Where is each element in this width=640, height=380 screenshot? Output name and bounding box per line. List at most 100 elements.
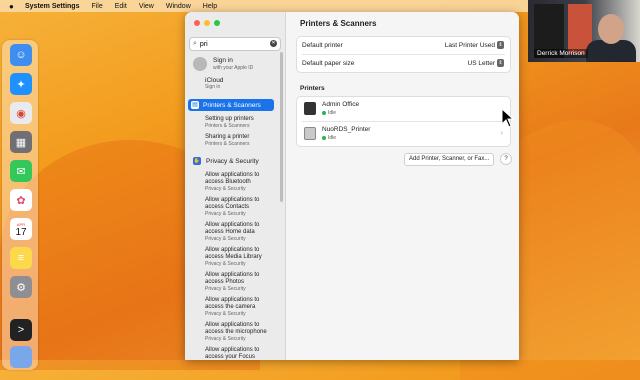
webcam-overlay: Derrick Morrison	[528, 0, 640, 62]
default-printer-popup[interactable]: Last Printer Used ⇕	[445, 41, 504, 49]
calendar-icon[interactable]: APR 17	[10, 218, 32, 240]
result-title: Allow applications to access Home data	[205, 222, 260, 235]
sidebar-item-icloud[interactable]: iCloud Sign in	[205, 77, 223, 90]
result-subtitle: Privacy & Security	[205, 236, 246, 242]
chrome-icon[interactable]: ◉	[10, 102, 32, 124]
result-title: Allow applications to access the camera	[205, 297, 260, 310]
add-printer-button[interactable]: Add Printer, Scanner, or Fax...	[404, 153, 495, 166]
result-title: Allow applications to access Media Libra…	[205, 247, 262, 260]
result-subtitle: Printers & Scanners	[205, 141, 250, 147]
printer-status: Idle	[322, 135, 336, 141]
result-title: Setting up printers	[205, 116, 254, 122]
notes-icon[interactable]: ≡	[10, 247, 32, 269]
menu-window[interactable]: Window	[166, 3, 191, 10]
printer-icon: ▤	[191, 101, 199, 109]
menu-edit[interactable]: Edit	[115, 3, 127, 10]
search-result[interactable]: Allow applications to access Photos Priv…	[205, 272, 275, 293]
hand-icon: ✋	[193, 157, 201, 165]
search-result-setting-up-printers[interactable]: Setting up printers Printers & Scanners	[205, 116, 275, 130]
default-paper-size-popup[interactable]: US Letter ⇕	[468, 59, 504, 67]
result-title: Sharing a printer	[205, 134, 250, 140]
search-input[interactable]: ⌕ pri ✕	[189, 37, 281, 51]
result-title: Allow applications to access Bluetooth	[205, 172, 260, 185]
search-result[interactable]: Allow applications to access Contacts Pr…	[205, 197, 275, 218]
sidebar-item-printers-scanners[interactable]: ▤ Printers & Scanners	[188, 99, 274, 111]
search-result[interactable]: Allow applications to access Media Libra…	[205, 247, 275, 268]
default-paper-size-row[interactable]: Default paper size US Letter ⇕	[297, 55, 510, 72]
menu-view[interactable]: View	[139, 3, 154, 10]
menu-app-name[interactable]: System Settings	[25, 3, 79, 10]
icloud-sublabel: Sign in	[205, 84, 221, 90]
finder-icon[interactable]: ☺	[10, 44, 32, 66]
search-icon: ⌕	[193, 40, 197, 47]
result-subtitle: Privacy & Security	[205, 211, 246, 217]
minimize-window-button[interactable]	[204, 20, 210, 26]
sidebar-item-label: Privacy & Security	[206, 157, 259, 165]
sidebar: ⌕ pri ✕ Sign in with your Apple ID iClou…	[185, 12, 286, 360]
webcam-name-label: Derrick Morrison	[534, 49, 588, 58]
signin-label: Sign in	[213, 57, 233, 64]
printers-list: Admin Office Idle NuoRDS_Printer Idle ›	[296, 96, 511, 147]
launchpad-icon[interactable]: ▦	[10, 131, 32, 153]
default-printer-row[interactable]: Default printer Last Printer Used ⇕	[297, 37, 510, 54]
avatar	[193, 57, 207, 71]
photos-icon[interactable]: ✿	[10, 189, 32, 211]
dock: ☺ ✦ ◉ ▦ ✉ ✿ APR 17 ≡ ⚙ >	[2, 40, 38, 370]
system-settings-icon[interactable]: ⚙	[10, 276, 32, 298]
system-settings-window: ⌕ pri ✕ Sign in with your Apple ID iClou…	[185, 12, 519, 360]
result-subtitle: Privacy & Security	[205, 186, 246, 192]
printer-status: Idle	[322, 110, 336, 116]
search-result[interactable]: Allow applications to access the microph…	[205, 322, 275, 343]
result-subtitle: Privacy & Security	[205, 311, 246, 317]
main-pane: Printers & Scanners Default printer Last…	[286, 12, 519, 360]
status-dot	[322, 136, 326, 140]
printer-name: Admin Office	[322, 101, 360, 108]
search-result-sharing-a-printer[interactable]: Sharing a printer Printers & Scanners	[205, 134, 275, 148]
messages-icon[interactable]: ✉	[10, 160, 32, 182]
search-result[interactable]: Allow applications to access your Focus	[205, 347, 275, 360]
sidebar-scrollbar[interactable]	[280, 52, 283, 202]
result-subtitle: Privacy & Security	[205, 286, 246, 292]
printer-icon	[304, 102, 316, 115]
terminal-icon[interactable]: >	[10, 319, 32, 341]
signin-sublabel: with your Apple ID	[213, 65, 254, 71]
printer-name: NuoRDS_Printer	[322, 126, 371, 133]
sidebar-item-privacy-security[interactable]: ✋ Privacy & Security	[193, 157, 259, 165]
printer-row-nuords-printer[interactable]: NuoRDS_Printer Idle ›	[297, 122, 510, 146]
status-dot	[322, 111, 326, 115]
chevron-updown-icon: ⇕	[497, 59, 504, 67]
folder-icon[interactable]	[10, 346, 32, 368]
person-face	[598, 14, 624, 44]
result-title: Allow applications to access your Focus	[205, 347, 260, 360]
help-button[interactable]: ?	[500, 153, 512, 165]
sidebar-item-label: Printers & Scanners	[203, 101, 261, 109]
menu-file[interactable]: File	[91, 3, 102, 10]
printer-status-text: Idle	[328, 110, 337, 116]
chevron-updown-icon: ⇕	[497, 41, 504, 49]
close-window-button[interactable]	[194, 20, 200, 26]
clear-search-icon[interactable]: ✕	[270, 40, 277, 47]
search-result[interactable]: Allow applications to access Bluetooth P…	[205, 172, 275, 193]
calendar-day: 17	[15, 227, 27, 238]
page-title: Printers & Scanners	[300, 19, 377, 28]
printer-icon	[304, 127, 316, 140]
zoom-window-button[interactable]	[214, 20, 220, 26]
default-paper-size-label: Default paper size	[302, 60, 355, 67]
search-result[interactable]: Allow applications to access Home data P…	[205, 222, 275, 243]
result-title: Allow applications to access the microph…	[205, 322, 267, 335]
printer-row-admin-office[interactable]: Admin Office Idle	[297, 97, 510, 121]
search-result[interactable]: Allow applications to access the camera …	[205, 297, 275, 318]
safari-icon[interactable]: ✦	[10, 73, 32, 95]
default-paper-size-value: US Letter	[467, 59, 495, 67]
default-printer-value: Last Printer Used	[444, 41, 495, 49]
apple-menu-icon[interactable]: ●	[9, 2, 19, 11]
defaults-card: Default printer Last Printer Used ⇕ Defa…	[296, 36, 511, 73]
search-value: pri	[199, 40, 208, 48]
result-title: Allow applications to access Photos	[205, 272, 260, 285]
icloud-label: iCloud	[205, 77, 224, 84]
window-controls	[194, 20, 220, 26]
default-printer-label: Default printer	[302, 42, 343, 49]
menu-help[interactable]: Help	[203, 3, 217, 10]
result-subtitle: Printers & Scanners	[205, 123, 250, 129]
result-subtitle: Privacy & Security	[205, 261, 246, 267]
